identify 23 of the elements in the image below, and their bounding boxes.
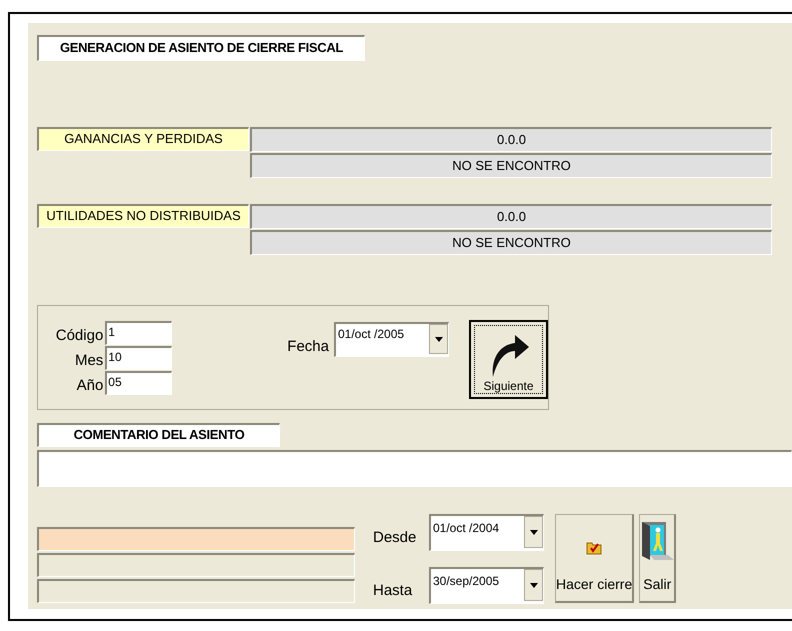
action-button[interactable]: Salir <box>639 514 676 603</box>
account-value: 0.0.0 <box>250 204 772 229</box>
input-field[interactable]: 05 <box>105 371 172 395</box>
input-field[interactable]: 10 <box>105 346 172 370</box>
comment-label: COMENTARIO DEL ASIENTO <box>37 423 280 447</box>
field-label: Año <box>76 377 104 395</box>
action-button[interactable]: Hacer cierre <box>555 514 634 603</box>
account-label: UTILIDADES NO DISTRIBUIDAS <box>37 204 249 228</box>
field-label: Fecha <box>287 337 329 357</box>
field-label: Desde <box>373 528 418 548</box>
date-dropdown[interactable]: 30/sep/2005 <box>429 567 544 604</box>
next-button[interactable]: Siguiente <box>469 320 548 399</box>
title-label: GENERACION DE ASIENTO DE CIERRE FISCAL <box>37 35 365 61</box>
account-status: NO SE ENCONTRO <box>250 230 772 255</box>
field-label: Mes <box>74 352 104 370</box>
input-field[interactable]: 1 <box>105 321 172 345</box>
date-dropdown[interactable]: 01/oct /2004 <box>429 514 544 551</box>
date-dropdown[interactable]: 01/oct /2005 <box>334 322 449 357</box>
account-value: 0.0.0 <box>250 127 772 152</box>
field-label: Código <box>56 327 104 345</box>
account-label: GANANCIAS Y PERDIDAS <box>37 127 249 151</box>
field-label: Hasta <box>373 580 414 600</box>
account-status: NO SE ENCONTRO <box>250 153 772 178</box>
